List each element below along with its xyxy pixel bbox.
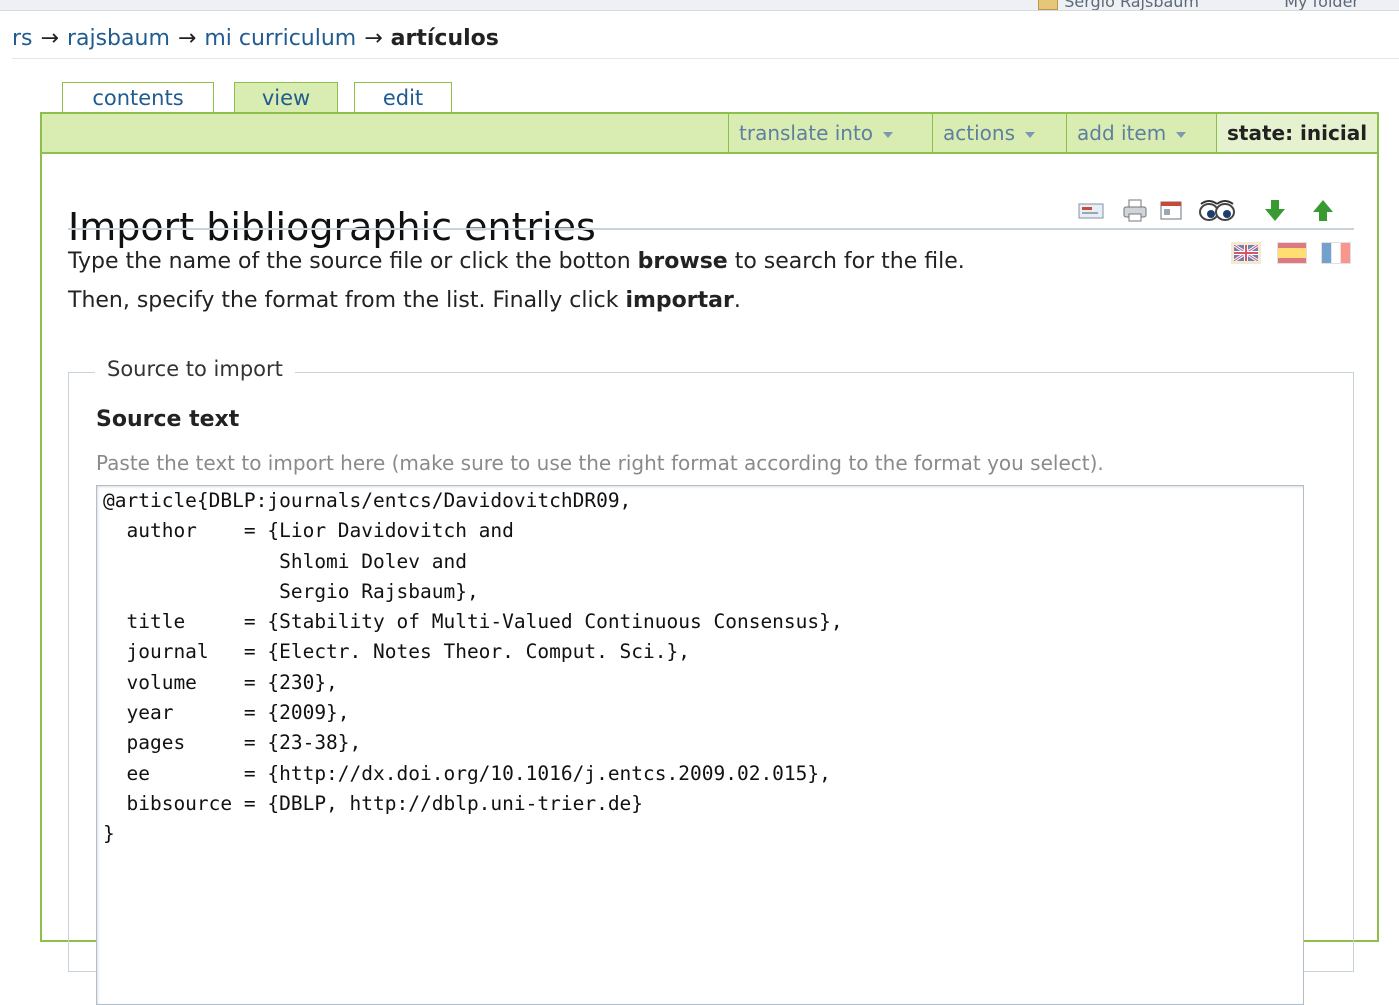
watch-icon[interactable] bbox=[1197, 196, 1237, 224]
intro-text-part: . bbox=[733, 288, 741, 313]
translate-into-menu[interactable]: translate into bbox=[728, 114, 932, 152]
user-link[interactable]: Sergio Rajsbaum bbox=[1038, 0, 1199, 11]
user-name: Sergio Rajsbaum bbox=[1064, 0, 1199, 11]
source-text-input[interactable]: @article{DBLP:journals/entcs/Davidovitch… bbox=[96, 485, 1304, 1005]
tab-contents[interactable]: contents bbox=[62, 82, 214, 112]
full-screen-icon[interactable] bbox=[1157, 196, 1185, 224]
breadcrumb-separator: → bbox=[364, 26, 383, 51]
breadcrumb-item-rajsbaum[interactable]: rajsbaum bbox=[67, 26, 170, 51]
title-divider bbox=[68, 228, 1354, 230]
breadcrumb-item-rs[interactable]: rs bbox=[12, 26, 33, 51]
translate-into-label: translate into bbox=[739, 121, 874, 145]
top-bar: Sergio Rajsbaum My folder bbox=[0, 0, 1399, 11]
chevron-down-icon bbox=[1176, 131, 1187, 138]
spanish-flag-icon[interactable] bbox=[1277, 242, 1307, 264]
french-flag-icon[interactable] bbox=[1321, 242, 1351, 264]
english-flag-icon[interactable] bbox=[1231, 242, 1261, 264]
breadcrumb: rs → rajsbaum → mi curriculum → artículos bbox=[12, 26, 499, 51]
chevron-down-icon bbox=[1024, 131, 1035, 138]
state-menu[interactable]: state: inicial bbox=[1216, 114, 1377, 152]
source-text-label: Source text bbox=[96, 407, 240, 432]
breadcrumb-divider bbox=[12, 58, 1399, 59]
breadcrumb-separator: → bbox=[177, 26, 197, 51]
tab-view[interactable]: view bbox=[234, 82, 338, 114]
breadcrumb-item-mi-curriculum[interactable]: mi curriculum bbox=[204, 26, 356, 51]
fieldset-legend: Source to import bbox=[95, 357, 295, 381]
actions-menu[interactable]: actions bbox=[932, 114, 1066, 152]
user-icon bbox=[1038, 0, 1059, 10]
print-icon[interactable] bbox=[1121, 196, 1149, 224]
intro-browse-keyword: browse bbox=[637, 249, 728, 274]
add-item-menu[interactable]: add item bbox=[1066, 114, 1216, 152]
my-folder-link[interactable]: My folder bbox=[1284, 0, 1359, 10]
move-down-icon[interactable] bbox=[1261, 196, 1289, 224]
intro-text-part: Type the name of the source file or clic… bbox=[68, 249, 638, 274]
actions-label: actions bbox=[943, 121, 1015, 145]
source-fieldset: Source to import Source text Paste the t… bbox=[68, 357, 1354, 1005]
intro-import-keyword: importar bbox=[625, 288, 734, 313]
breadcrumb-current: artículos bbox=[390, 26, 499, 51]
tab-edit[interactable]: edit bbox=[354, 82, 452, 112]
breadcrumb-separator: → bbox=[40, 26, 59, 51]
mail-icon[interactable] bbox=[1077, 196, 1105, 224]
chevron-down-icon bbox=[883, 131, 894, 138]
source-text-help: Paste the text to import here (make sure… bbox=[96, 451, 1104, 475]
intro-text: Type the name of the source file or clic… bbox=[68, 242, 1028, 320]
content-frame: translate into actions add item state: i… bbox=[40, 112, 1379, 1005]
action-bar: translate into actions add item state: i… bbox=[42, 114, 1377, 154]
add-item-label: add item bbox=[1077, 121, 1167, 145]
move-up-icon[interactable] bbox=[1309, 196, 1337, 224]
